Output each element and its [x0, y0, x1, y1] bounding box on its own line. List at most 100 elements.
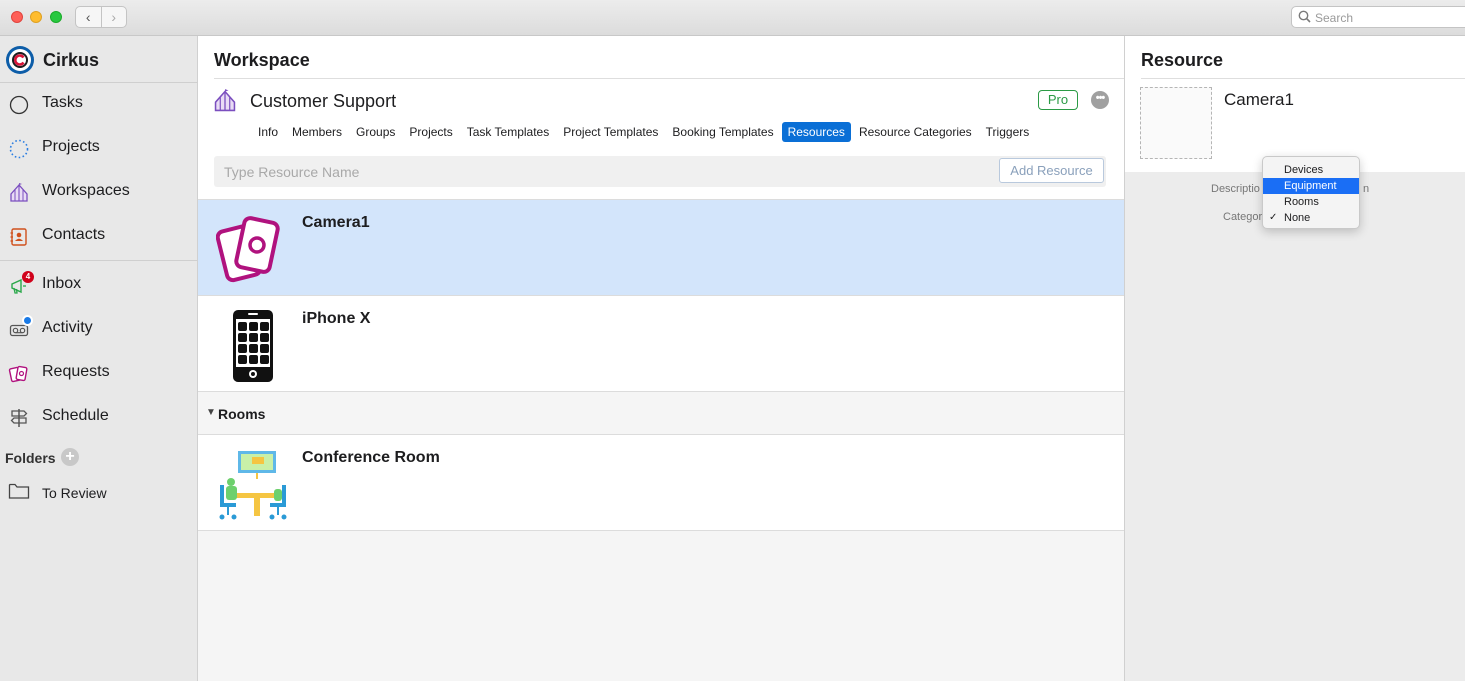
- sidebar-item-label: Schedule: [42, 407, 109, 424]
- cirkus-logo-icon: [6, 46, 34, 74]
- resource-detail-pane: Resource Camera1 Descriptio n Categor: [1124, 36, 1465, 681]
- tab-projects[interactable]: Projects: [403, 122, 458, 142]
- resource-name-field[interactable]: Camera1: [1224, 90, 1294, 110]
- app-name: Cirkus: [43, 49, 100, 70]
- resource-header: Resource Camera1: [1125, 36, 1465, 172]
- chevron-left-icon: ‹: [85, 9, 91, 25]
- sidebar-item-tasks[interactable]: Tasks: [0, 82, 198, 126]
- pane-title: Workspace: [214, 50, 310, 70]
- folder-item-label: To Review: [42, 485, 107, 501]
- signpost-icon: [10, 409, 28, 427]
- app-brand: Cirkus: [5, 45, 99, 75]
- circle-icon: [9, 95, 29, 115]
- tab-resource-categories[interactable]: Resource Categories: [853, 122, 978, 142]
- workspace-pane: Workspace Customer Support Pro ••• Info …: [198, 36, 1124, 681]
- group-header-rooms[interactable]: ▼ Rooms: [198, 391, 1124, 434]
- plan-badge: Pro: [1038, 90, 1078, 110]
- sidebar-item-label: Tasks: [42, 94, 83, 111]
- sidebar-item-label: Requests: [42, 363, 110, 380]
- sidebar: Cirkus Tasks Projects Workspaces Contact…: [0, 36, 198, 681]
- sidebar-item-workspaces[interactable]: Workspaces: [0, 170, 198, 214]
- resource-name-placeholder: Type Resource Name: [224, 164, 360, 180]
- sidebar-item-inbox[interactable]: 4 Inbox: [0, 263, 198, 307]
- tab-members[interactable]: Members: [286, 122, 348, 142]
- list-item[interactable]: iPhone X: [198, 295, 1124, 391]
- tent-icon: [214, 89, 236, 112]
- list-item[interactable]: Conference Room: [198, 434, 1124, 530]
- menu-item-rooms[interactable]: Rooms: [1263, 194, 1359, 210]
- header-divider: [1141, 78, 1465, 79]
- sidebar-item-label: Inbox: [42, 275, 82, 292]
- inbox-count-badge: 4: [22, 271, 34, 283]
- description-label-tail: n: [1363, 183, 1370, 195]
- close-window-button[interactable]: [11, 11, 23, 23]
- folder-icon: [8, 483, 30, 499]
- add-resource-button[interactable]: Add Resource: [999, 158, 1104, 183]
- workspace-header: Workspace Customer Support Pro ••• Info …: [198, 36, 1124, 200]
- sidebar-item-projects[interactable]: Projects: [0, 126, 198, 170]
- resource-image-placeholder[interactable]: [1140, 87, 1212, 159]
- add-folder-button[interactable]: +: [61, 448, 79, 466]
- sidebar-item-contacts[interactable]: Contacts: [0, 214, 198, 258]
- menu-item-label: Rooms: [1284, 196, 1319, 208]
- resource-name: iPhone X: [302, 310, 371, 327]
- search-placeholder: Search: [1315, 11, 1354, 25]
- minimize-window-button[interactable]: [30, 11, 42, 23]
- tent-icon: [10, 183, 28, 202]
- dotted-circle-icon: [9, 139, 29, 159]
- sidebar-item-label: Contacts: [42, 226, 106, 243]
- chevron-right-icon: ›: [111, 9, 117, 25]
- workspace-tabs: Info Members Groups Projects Task Templa…: [252, 122, 1037, 142]
- header-divider: [214, 78, 1124, 79]
- conference-room-icon: [219, 451, 287, 520]
- sidebar-item-requests[interactable]: Requests: [0, 351, 198, 395]
- menu-item-devices[interactable]: Devices: [1263, 162, 1359, 178]
- checkmark-icon: ✓: [1269, 212, 1278, 223]
- tab-resources[interactable]: Resources: [781, 122, 851, 142]
- description-label: Descriptio: [1211, 183, 1260, 195]
- forward-button[interactable]: ›: [100, 7, 127, 27]
- folder-item-to-review[interactable]: To Review: [0, 478, 198, 504]
- window-titlebar: ‹ › Search: [0, 0, 1465, 36]
- list-bottom-divider: [198, 530, 1124, 531]
- sidebar-item-label: Projects: [42, 138, 100, 155]
- phone-icon: [233, 310, 273, 382]
- menu-item-label: None: [1284, 212, 1311, 224]
- back-button[interactable]: ‹: [76, 7, 101, 27]
- category-label: Categor: [1223, 211, 1263, 223]
- zoom-window-button[interactable]: [50, 11, 62, 23]
- navigation-buttons: ‹ ›: [75, 6, 127, 28]
- contact-card-icon: [10, 228, 27, 246]
- sidebar-divider: [0, 260, 198, 261]
- sidebar-item-activity[interactable]: Activity: [0, 307, 198, 351]
- tab-triggers[interactable]: Triggers: [980, 122, 1036, 142]
- disclosure-triangle-icon[interactable]: ▼: [206, 407, 216, 418]
- workspace-name: Customer Support: [250, 91, 397, 111]
- sidebar-item-label: Workspaces: [42, 182, 130, 199]
- activity-unread-dot: [22, 315, 33, 326]
- tab-info[interactable]: Info: [252, 122, 284, 142]
- tab-task-templates[interactable]: Task Templates: [461, 122, 555, 142]
- cards-icon: [216, 216, 280, 283]
- search-icon: [1298, 10, 1311, 23]
- tab-booking-templates[interactable]: Booking Templates: [666, 122, 779, 142]
- menu-item-equipment[interactable]: Equipment: [1263, 178, 1359, 194]
- more-options-button[interactable]: •••: [1091, 91, 1109, 109]
- list-item[interactable]: Camera1: [198, 199, 1124, 295]
- resource-name: Conference Room: [302, 449, 440, 466]
- category-popup-menu: Devices Equipment Rooms ✓ None: [1262, 156, 1360, 229]
- sidebar-item-label: Activity: [42, 319, 93, 336]
- tab-project-templates[interactable]: Project Templates: [557, 122, 664, 142]
- search-field[interactable]: Search: [1291, 6, 1465, 28]
- tab-groups[interactable]: Groups: [350, 122, 401, 142]
- folders-heading: Folders: [5, 450, 56, 466]
- resource-name-input[interactable]: Type Resource Name Add Resource: [214, 156, 1106, 187]
- pane-title: Resource: [1141, 50, 1224, 70]
- menu-item-label: Devices: [1284, 164, 1324, 176]
- menu-item-label: Equipment: [1284, 180, 1337, 192]
- menu-item-none[interactable]: ✓ None: [1263, 210, 1359, 226]
- cards-icon: [8, 365, 28, 383]
- resource-name: Camera1: [302, 214, 370, 231]
- group-label: Rooms: [218, 406, 266, 422]
- sidebar-item-schedule[interactable]: Schedule: [0, 395, 198, 439]
